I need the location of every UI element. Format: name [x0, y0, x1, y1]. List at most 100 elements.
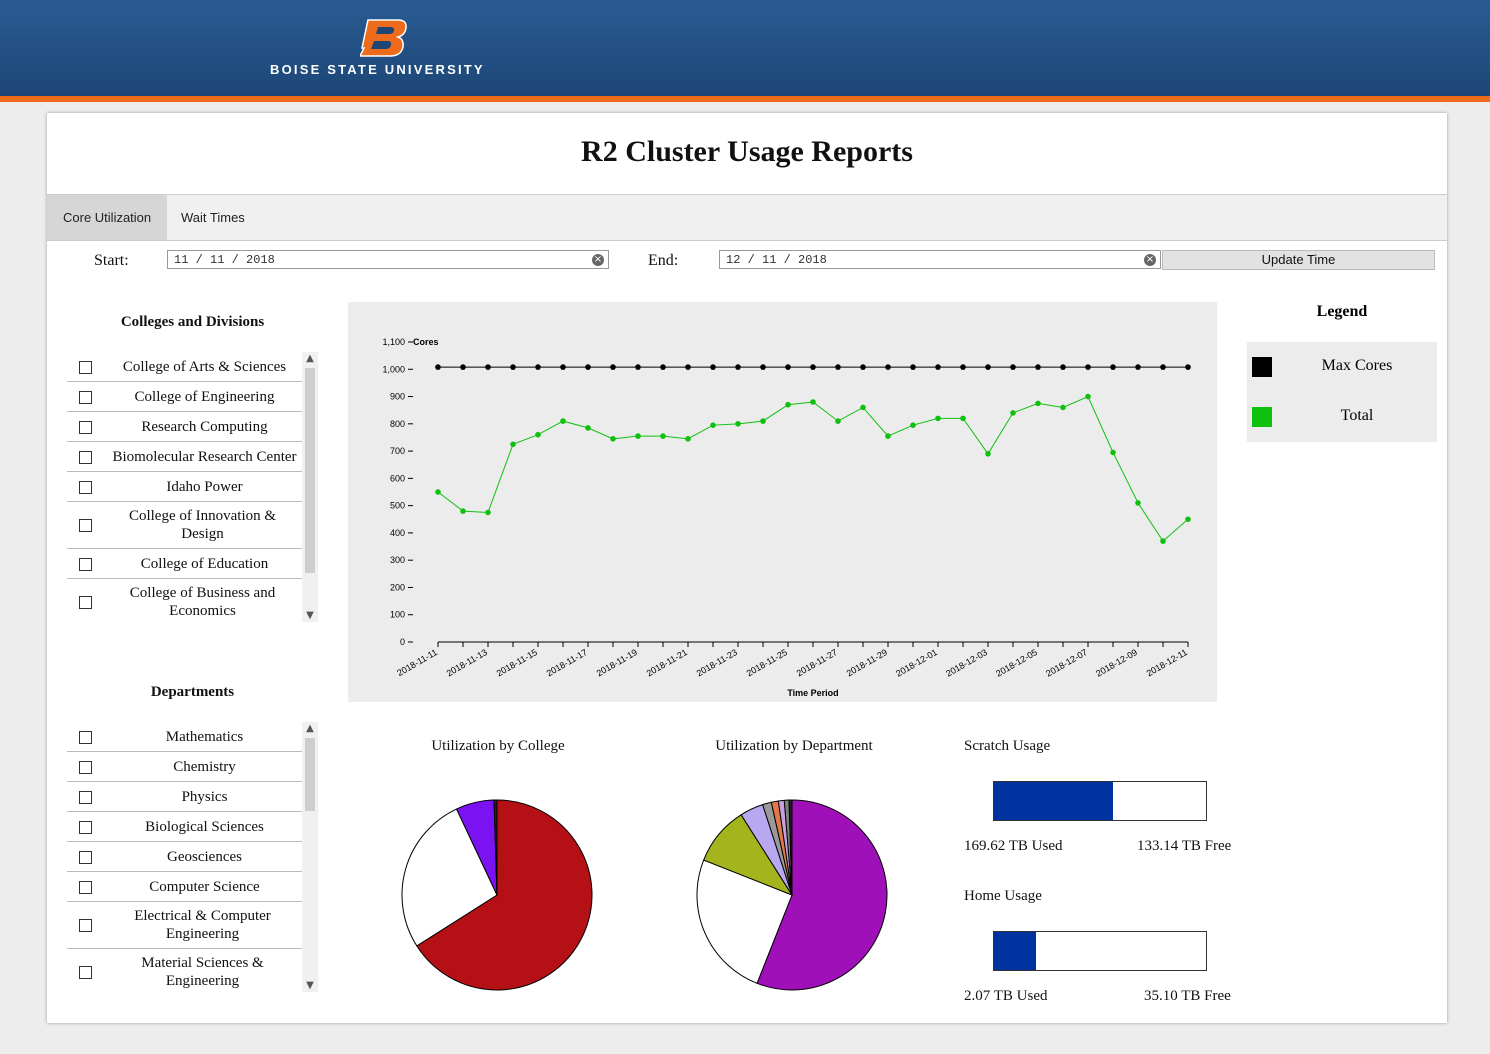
report-card: R2 Cluster Usage Reports Core Utilizatio…	[47, 113, 1447, 1023]
data-point	[960, 415, 966, 422]
checkbox[interactable]	[79, 760, 92, 774]
department-item[interactable]: Physics	[67, 782, 318, 812]
department-item[interactable]: Mathematics	[67, 722, 318, 752]
checkbox[interactable]	[79, 850, 92, 864]
y-tick-label: 600	[390, 473, 405, 483]
clear-end-icon[interactable]: ×	[1144, 254, 1156, 266]
data-point	[1060, 364, 1066, 370]
data-point	[1110, 449, 1116, 456]
checkbox[interactable]	[79, 880, 92, 894]
checkbox[interactable]	[79, 596, 92, 609]
x-tick-label: 2018-11-25	[745, 647, 789, 678]
y-tick-label: 400	[390, 528, 405, 538]
department-item[interactable]: Electrical & Computer Engineering	[67, 902, 318, 949]
scratch-used-text: 169.62 TB Used	[964, 838, 1063, 854]
data-point	[710, 364, 716, 370]
data-point	[810, 399, 816, 405]
x-tick-label: 2018-11-11	[395, 647, 439, 678]
checkbox[interactable]	[79, 790, 92, 804]
y-tick-label: 700	[390, 446, 405, 456]
college-item[interactable]: Idaho Power	[67, 472, 318, 502]
data-point	[1185, 516, 1191, 523]
checkbox[interactable]	[79, 919, 92, 932]
scroll-thumb[interactable]	[305, 368, 315, 573]
tab-wait-times[interactable]: Wait Times	[165, 195, 261, 240]
home-usage-bar	[993, 931, 1207, 971]
colleges-title: Colleges and Divisions	[120, 314, 265, 330]
checkbox[interactable]	[79, 730, 92, 744]
series-line	[437, 395, 1189, 542]
legend-item-total: Total	[1247, 397, 1437, 437]
x-tick-label: 2018-12-03	[944, 647, 989, 679]
data-point	[1035, 400, 1041, 407]
college-item[interactable]: Biomolecular Research Center	[67, 442, 318, 472]
data-point	[510, 441, 516, 448]
start-date-input[interactable]: 11 / 11 / 2018 ×	[167, 250, 609, 269]
checkbox[interactable]	[79, 360, 92, 374]
college-item[interactable]: College of Business and Economics	[67, 579, 318, 622]
data-point	[660, 364, 666, 370]
data-point	[635, 433, 641, 439]
scroll-down-icon[interactable]: ▼	[302, 980, 318, 991]
scroll-up-icon[interactable]: ▲	[302, 353, 318, 364]
y-tick-label: 500	[390, 501, 405, 511]
department-item[interactable]: Chemistry	[67, 752, 318, 782]
data-point	[760, 364, 766, 370]
legend: Max Cores Total	[1247, 342, 1437, 442]
data-point	[985, 451, 991, 457]
brand-name: BOISE STATE UNIVERSITY	[270, 62, 485, 77]
colleges-list[interactable]: College of Arts & Sciences College of En…	[67, 352, 318, 622]
data-point	[1060, 404, 1066, 411]
checkbox[interactable]	[79, 450, 92, 464]
legend-swatch	[1252, 357, 1272, 377]
data-point	[535, 364, 541, 370]
college-pie-title: Utilization by College	[431, 738, 565, 754]
data-point	[885, 364, 891, 370]
data-point	[735, 364, 741, 370]
college-item[interactable]: Research Computing	[67, 412, 318, 442]
checkbox[interactable]	[79, 557, 92, 571]
college-item[interactable]: College of Education	[67, 549, 318, 579]
scroll-down-icon[interactable]: ▼	[302, 610, 318, 621]
checkbox[interactable]	[79, 519, 92, 532]
x-tick-label: 2018-11-19	[595, 647, 639, 678]
checkbox[interactable]	[79, 820, 92, 834]
scratch-usage-title: Scratch Usage	[964, 738, 1051, 754]
data-point	[510, 364, 516, 370]
y-tick-label: 300	[390, 555, 405, 565]
boise-state-b-logo[interactable]	[360, 18, 408, 58]
departments-list[interactable]: Mathematics Chemistry Physics Biological…	[67, 722, 318, 992]
data-point	[585, 425, 591, 431]
departments-scrollbar[interactable]: ▲ ▼	[302, 722, 318, 992]
data-point	[835, 418, 841, 424]
data-point	[1160, 538, 1166, 544]
department-item[interactable]: Computer Science	[67, 872, 318, 902]
data-point	[535, 431, 541, 438]
legend-item-max-cores: Max Cores	[1247, 347, 1437, 387]
x-tick-label: 2018-11-27	[795, 647, 839, 678]
department-item[interactable]: Geosciences	[67, 842, 318, 872]
data-point	[685, 436, 691, 442]
clear-start-icon[interactable]: ×	[592, 254, 604, 266]
department-item[interactable]: Material Sciences & Engineering	[67, 949, 318, 992]
checkbox[interactable]	[79, 390, 92, 404]
college-item[interactable]: College of Engineering	[67, 382, 318, 412]
data-point	[685, 364, 691, 370]
colleges-scrollbar[interactable]: ▲ ▼	[302, 352, 318, 622]
scroll-thumb[interactable]	[305, 738, 315, 811]
checkbox[interactable]	[79, 420, 92, 434]
department-item[interactable]: Biological Sciences	[67, 812, 318, 842]
checkbox[interactable]	[79, 480, 92, 494]
data-point	[1085, 364, 1091, 370]
data-point	[460, 508, 466, 514]
end-date-input[interactable]: 12 / 11 / 2018 ×	[719, 250, 1161, 269]
scroll-up-icon[interactable]: ▲	[302, 723, 318, 734]
college-item[interactable]: College of Innovation & Design	[67, 502, 318, 549]
data-point	[1010, 410, 1016, 416]
checkbox[interactable]	[79, 966, 92, 979]
data-point	[435, 364, 441, 370]
tab-core-utilization[interactable]: Core Utilization	[47, 195, 168, 240]
update-time-button[interactable]: Update Time	[1162, 250, 1435, 270]
college-item[interactable]: College of Arts & Sciences	[67, 352, 318, 382]
data-point	[610, 436, 616, 442]
